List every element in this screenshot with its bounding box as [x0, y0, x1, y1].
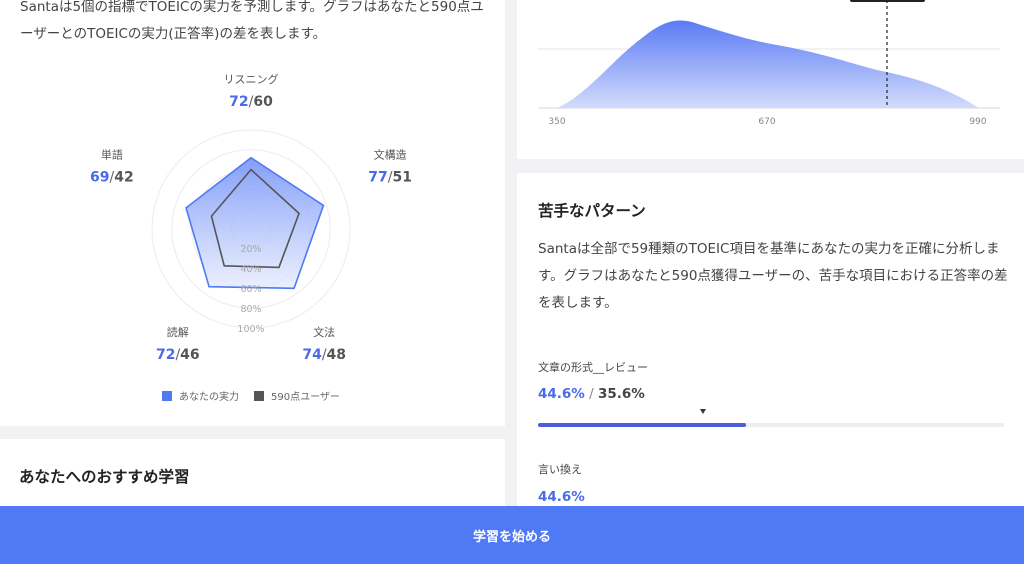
radar-axis-label: 文構造: [374, 147, 407, 161]
radar-axis-label: 文法: [313, 325, 335, 339]
radar-axis-label: リスニング: [224, 72, 279, 86]
weak-item-bar-fill: [538, 423, 746, 427]
radar-legend: あなたの実力 590点ユーザー: [162, 388, 340, 403]
weak-item-you-score: 44.6%: [538, 386, 585, 402]
legend-you-swatch: [162, 390, 172, 401]
other-score-marker: [700, 409, 707, 414]
weak-patterns-description: Santaは全部で59種類のTOEIC項目を基準にあなたの実力を正確に分析しま …: [538, 241, 1008, 311]
radar-ring-label: 60%: [240, 284, 261, 295]
tick-label: 350: [548, 117, 565, 127]
legend-you-label: あなたの実力: [179, 392, 239, 403]
score-separator: /: [584, 386, 598, 402]
radar-ring-label: 100%: [237, 324, 264, 335]
radar-axis-value: 74/48: [302, 347, 346, 363]
weak-item-score: 44.6% / 35.6%: [538, 386, 645, 402]
radar-ring-label: 40%: [240, 264, 261, 275]
legend-other-label: 590点ユーザー: [271, 392, 340, 403]
legend-other-swatch: [254, 390, 264, 401]
radar-ring-label: 20%: [240, 244, 261, 255]
distribution-area: [557, 20, 979, 108]
weak-item-bar: [538, 423, 1004, 427]
radar-axis-label: 読解: [167, 325, 189, 339]
my-score-tooltip: [850, 0, 925, 2]
start-learning-button[interactable]: 学習を始める: [0, 506, 1024, 564]
score-distribution-card: 350 670 990: [517, 0, 1024, 159]
radar-chart: 20% 40% 60% 80% 100% リスニング 72/60 文構造 77/51 文法 74/…: [90, 72, 412, 363]
radar-axis-value: 69/42: [90, 169, 134, 185]
radar-ring-label: 80%: [240, 304, 261, 315]
weak-item-label: 文章の形式__レビュー: [538, 361, 648, 374]
radar-axis-label: 単語: [101, 147, 123, 161]
radar-card: Santaは5個の指標でTOEICの実力を予測します。グラフはあなたと590点ユ…: [0, 0, 505, 426]
recommendation-title: あなたへのおすすめ学習: [19, 468, 190, 486]
weak-item-label: 言い換え: [538, 463, 582, 476]
tick-label: 990: [969, 117, 986, 127]
weak-item-you-score: 44.6%: [538, 489, 585, 505]
tick-label: 670: [758, 117, 775, 127]
weak-patterns-title: 苦手なパターン: [538, 202, 646, 220]
weak-item-other-score: 35.6%: [597, 386, 645, 402]
radar-axis-value: 77/51: [368, 169, 412, 185]
score-distribution-chart: 350 670 990: [538, 0, 1000, 127]
radar-axis-value: 72/60: [229, 94, 273, 110]
radar-axis-value: 72/46: [156, 347, 200, 363]
